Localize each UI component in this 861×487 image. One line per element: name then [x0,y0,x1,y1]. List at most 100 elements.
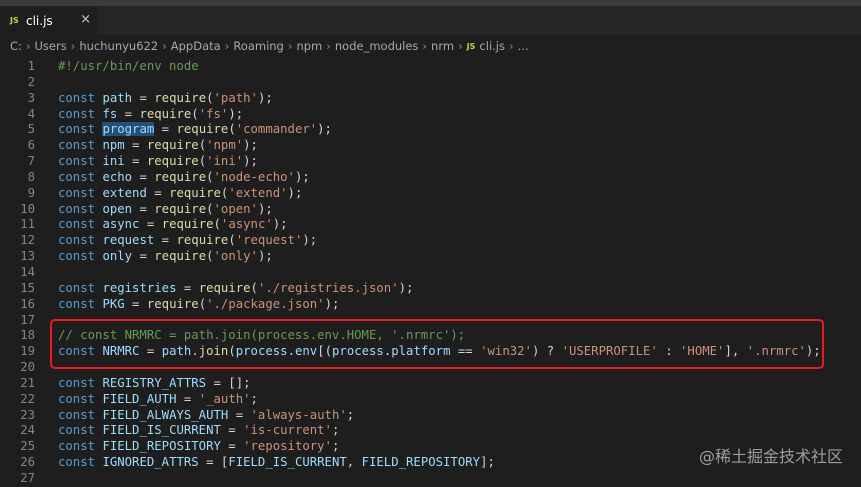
chevron-right-icon: › [70,39,76,53]
close-icon[interactable]: × [80,12,91,27]
code-token: 'request' [235,233,303,248]
tab-label: cli.js [26,13,53,28]
code-token: ; [331,423,340,438]
code-token: 'repository' [243,439,332,454]
code-line: 10 const open = require('open'); [0,202,861,218]
code-token: ); [294,169,310,184]
code-text: const only = require('only'); [58,249,273,265]
watermark: @稀土掘金技术社区 [698,447,843,466]
line-number: 8 [27,169,35,184]
code-line: 7 const ini = require('ini'); [0,154,861,170]
code-token: = [117,106,140,121]
code-token: = []; [206,375,251,390]
code-token: = [132,249,155,264]
code-line: 9 const extend = require('extend'); [0,186,861,202]
chevron-right-icon: › [422,39,428,53]
code-token: extend [102,185,147,200]
code-editor[interactable]: 1 #!/usr/bin/env node 2 3 const path = requi… [0,59,861,485]
breadcrumb-item[interactable]: npm [296,39,322,53]
code-text: const FIELD_ALWAYS_AUTH = 'always-auth'; [58,408,354,424]
js-file-icon: JS [466,41,476,51]
code-token: = [220,439,244,454]
code-token: ( [198,296,207,311]
code-token: ( [191,106,199,121]
code-token: ); [257,201,273,216]
breadcrumb-item[interactable]: Users [35,39,67,53]
breadcrumb-item[interactable]: huchunyu622 [79,39,158,53]
code-token: ); [398,280,414,295]
code-text: const PKG = require('./package.json'); [58,297,339,313]
code-token: = [132,201,155,216]
code-line: 5 const program = require('commander'); [0,122,861,138]
line-number: 16 [20,296,35,311]
line-number: 12 [20,233,35,248]
code-text: const fs = require('fs'); [58,107,243,123]
code-token: const [58,249,96,264]
code-token: 'open' [213,201,258,216]
code-text: const request = require('request'); [58,233,317,249]
line-number: 4 [27,106,35,121]
code-token: 'fs' [198,106,229,121]
code-token: '_auth' [198,391,251,406]
code-line: 14 [0,265,861,281]
breadcrumb-item[interactable]: C: [10,39,22,53]
code-token: 'ini' [206,154,244,169]
line-number: 10 [20,201,35,216]
code-line: 3 const path = require('path'); [0,91,861,107]
code-token: const [58,280,96,295]
code-token: FIELD_IS_CURRENT [102,423,221,438]
chevron-right-icon: › [162,39,167,53]
code-token: 'commander' [235,122,318,137]
code-token: 'path' [213,90,258,105]
code-token: require [154,169,207,184]
code-token: fs [102,106,118,121]
line-number: 1 [27,59,35,73]
annotation-box [50,319,824,369]
code-token: , [346,455,362,470]
line-number: 7 [27,154,35,169]
code-token: require [154,90,207,105]
code-token: const [58,90,96,105]
code-token: echo [102,169,133,184]
code-token: = [154,233,177,248]
code-line: 8 const echo = require('node-echo'); [0,170,861,186]
code-line: 23 const FIELD_ALWAYS_AUTH = 'always-auth… [0,408,861,424]
chevron-right-icon: › [508,39,514,53]
chevron-right-icon: › [287,39,293,53]
line-number: 27 [20,470,35,485]
breadcrumb-item[interactable]: cli.js [479,39,505,53]
code-token: const [58,201,96,216]
code-token: require [146,296,199,311]
code-line: 4 const fs = require('fs'); [0,107,861,123]
breadcrumb-item[interactable]: ... [518,39,529,53]
code-token: ( [198,138,207,153]
line-number: 2 [27,74,35,89]
breadcrumb-item[interactable]: Roaming [233,39,284,53]
code-token: ini [102,154,125,169]
code-token: = [139,217,162,232]
code-token: const [58,154,96,169]
code-token: program [102,122,155,137]
code-token: require [146,138,199,153]
breadcrumb-item[interactable]: node_modules [335,39,419,53]
breadcrumb-item[interactable]: nrm [431,39,454,53]
line-number: 22 [20,391,35,406]
code-token: ); [257,249,273,264]
code-text: #!/usr/bin/env node [58,59,199,75]
code-token: ); [272,217,288,232]
breadcrumb: C: › Users › huchunyu622 › AppData › Roaming › npm… [0,35,861,57]
line-number: 15 [20,280,35,295]
code-token: const [58,233,96,248]
line-number: 17 [20,312,35,327]
code-token: ; [250,391,258,406]
breadcrumb-item[interactable]: AppData [171,39,221,53]
tab-cli-js[interactable]: JS cli.js × [0,6,97,35]
code-token: ( [206,90,214,105]
code-line: 22 const FIELD_AUTH = '_auth'; [0,392,861,408]
code-token: const [58,138,96,153]
code-token: = [146,185,170,200]
line-number: 14 [20,264,35,279]
code-line: 12 const request = require('request'); [0,233,861,249]
code-token: ); [287,185,303,200]
code-line: 21 const REGISTRY_ATTRS = []; [0,376,861,392]
